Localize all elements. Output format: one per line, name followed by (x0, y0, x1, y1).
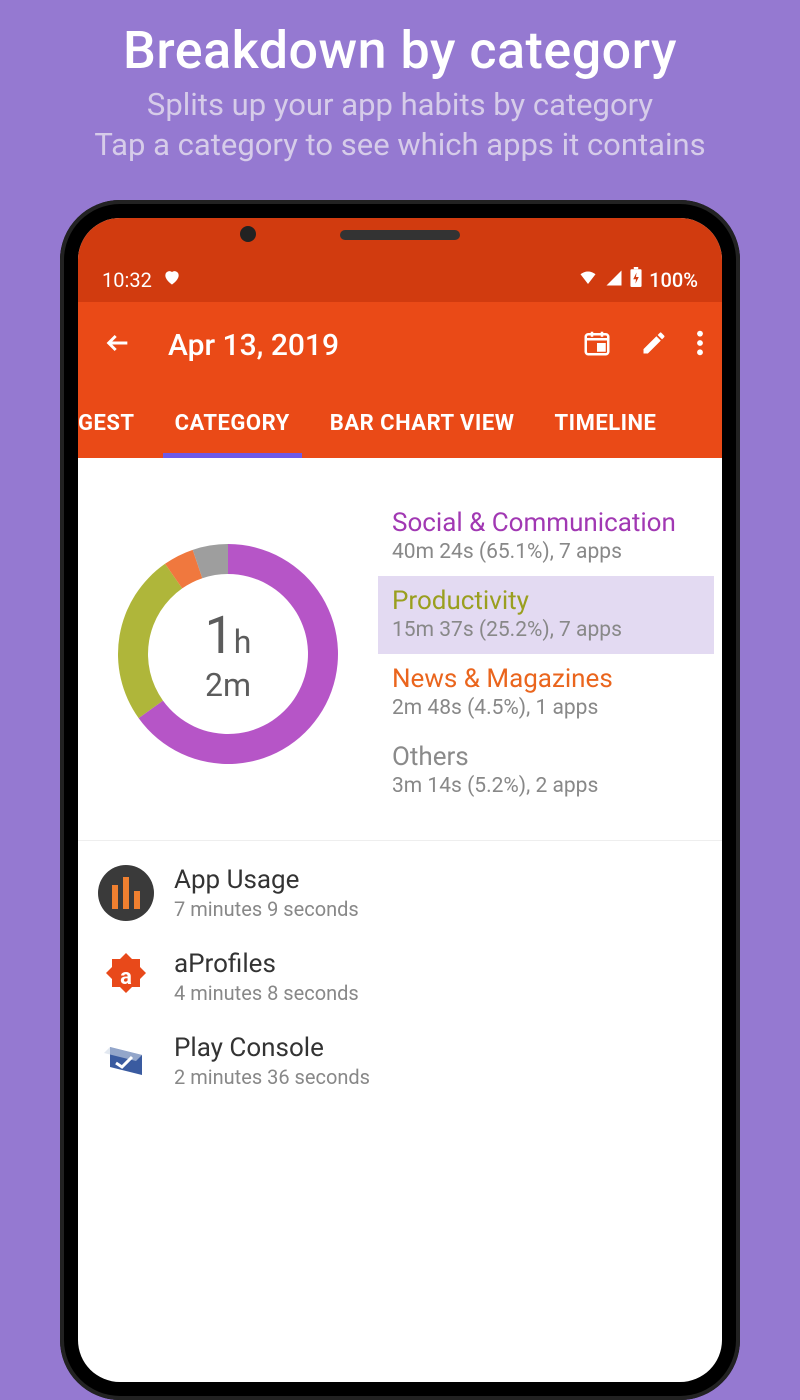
tab-bar: GEST CATEGORY BAR CHART VIEW TIMELINE (78, 388, 722, 458)
tab-timeline[interactable]: TIMELINE (535, 388, 657, 458)
app-time: 7 minutes 9 seconds (174, 897, 359, 921)
category-legend: Social & Communication40m 24s (65.1%), 7… (378, 498, 722, 810)
app-icon: a (98, 949, 154, 1005)
tab-category[interactable]: CATEGORY (155, 388, 310, 458)
hours-unit: h (234, 623, 252, 661)
legend-name: Social & Communication (392, 508, 700, 538)
promo-line2: Tap a category to see which apps it cont… (94, 126, 705, 163)
phone-frame: 10:32 100% Apr (60, 200, 740, 1400)
svg-text:a: a (120, 965, 132, 990)
legend-detail: 3m 14s (5.2%), 2 apps (392, 774, 700, 798)
total-mins: 2 (205, 666, 223, 704)
donut-chart: 1h 2m (78, 498, 378, 810)
status-time: 10:32 (102, 268, 152, 292)
app-toolbar: Apr 13, 2019 (78, 302, 722, 388)
promo-title: Breakdown by category (0, 0, 800, 81)
wifi-icon (577, 268, 599, 292)
legend-item[interactable]: Productivity15m 37s (25.2%), 7 apps (378, 576, 714, 654)
legend-name: Productivity (392, 586, 700, 616)
phone-screen: 10:32 100% Apr (78, 218, 722, 1382)
legend-detail: 40m 24s (65.1%), 7 apps (392, 540, 700, 564)
app-row[interactable]: a aProfiles4 minutes 8 seconds (78, 935, 722, 1019)
toolbar-date: Apr 13, 2019 (168, 328, 582, 363)
calendar-icon[interactable] (582, 328, 612, 362)
battery-icon (629, 267, 643, 292)
phone-camera (240, 226, 256, 242)
legend-item[interactable]: Others3m 14s (5.2%), 2 apps (378, 732, 714, 810)
legend-name: Others (392, 742, 700, 772)
app-row[interactable]: App Usage7 minutes 9 seconds (78, 851, 722, 935)
app-name: Play Console (174, 1033, 370, 1063)
chart-row: 1h 2m Social & Communication40m 24s (65.… (78, 478, 722, 841)
legend-item[interactable]: News & Magazines2m 48s (4.5%), 1 apps (378, 654, 714, 732)
signal-icon (605, 268, 623, 292)
promo-line1: Splits up your app habits by category (147, 86, 653, 123)
tab-bar-chart[interactable]: BAR CHART VIEW (310, 388, 535, 458)
tab-digest[interactable]: GEST (78, 388, 155, 458)
legend-name: News & Magazines (392, 664, 700, 694)
donut-center-label: 1h 2m (205, 605, 252, 704)
mins-unit: m (223, 666, 251, 704)
promo-subtitle: Splits up your app habits by category Ta… (0, 85, 800, 166)
back-icon[interactable] (96, 321, 140, 369)
app-row[interactable]: Play Console2 minutes 36 seconds (78, 1019, 722, 1103)
overflow-menu-icon[interactable] (696, 329, 704, 361)
legend-item[interactable]: Social & Communication40m 24s (65.1%), 7… (378, 498, 714, 576)
phone-speaker (340, 230, 460, 240)
app-time: 4 minutes 8 seconds (174, 981, 359, 1005)
total-hours: 1 (205, 605, 234, 666)
content-area: 1h 2m Social & Communication40m 24s (65.… (78, 458, 722, 1113)
app-icon (98, 865, 154, 921)
edit-icon[interactable] (640, 329, 668, 361)
app-icon (98, 1033, 154, 1089)
app-time: 2 minutes 36 seconds (174, 1065, 370, 1089)
legend-detail: 15m 37s (25.2%), 7 apps (392, 618, 700, 642)
legend-detail: 2m 48s (4.5%), 1 apps (392, 696, 700, 720)
battery-pct: 100% (649, 268, 698, 292)
app-name: aProfiles (174, 949, 359, 979)
heart-icon (162, 267, 182, 292)
app-name: App Usage (174, 865, 359, 895)
donut-slice (118, 564, 182, 718)
app-list: App Usage7 minutes 9 seconds a aProfiles4 … (78, 841, 722, 1113)
